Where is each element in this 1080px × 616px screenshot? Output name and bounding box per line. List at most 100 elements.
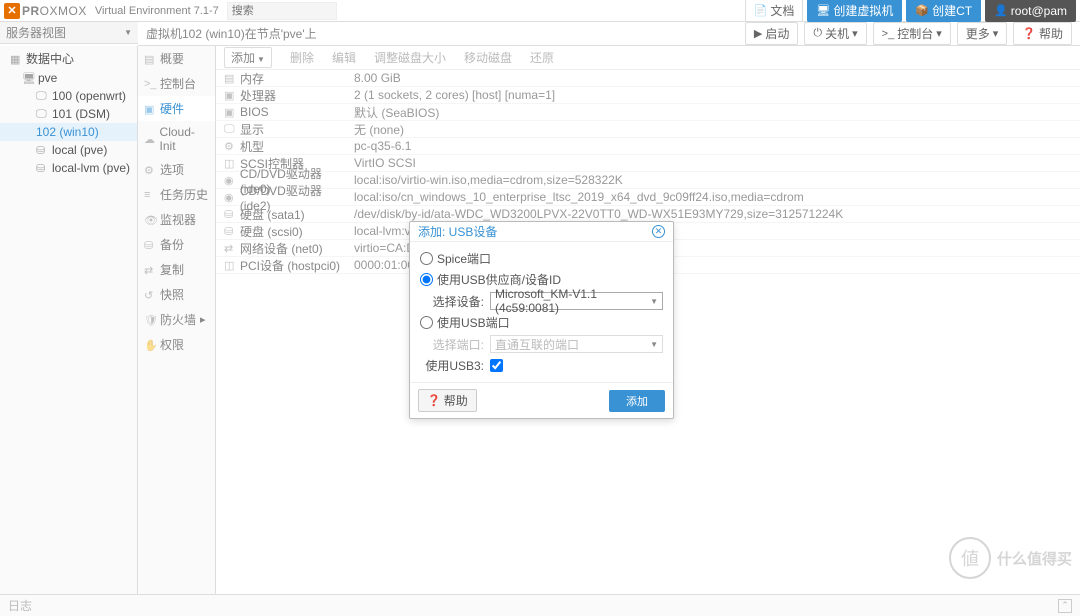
menu-summary[interactable]: ▤概要 (138, 46, 215, 71)
menu-replication[interactable]: ⇄复制 (138, 257, 215, 282)
hw-value: local:iso/virtio-win.iso,media=cdrom,siz… (354, 173, 623, 187)
help-button[interactable]: ❓ 帮助 (1013, 22, 1072, 45)
menu-hardware[interactable]: ▣硬件 (138, 96, 215, 121)
hw-value: 无 (none) (354, 121, 404, 138)
hw-revert-button[interactable]: 还原 (530, 49, 554, 66)
logo: ✕ PROXMOX Virtual Environment 7.1-7 (4, 3, 219, 19)
modal-help-button[interactable]: ❓ 帮助 (418, 389, 477, 412)
hw-value: 0000:01:00. (354, 258, 417, 272)
hw-icon: ⛁ (224, 208, 236, 220)
hw-value: 默认 (SeaBIOS) (354, 104, 439, 121)
device-select[interactable]: Microsoft_KM-V1.1 (4c59:0081)▼ (490, 292, 663, 310)
hw-row[interactable]: ▣ BIOS 默认 (SeaBIOS) (216, 104, 1080, 121)
breadcrumb: 虚拟机102 (win10)在节点'pve'上 (146, 25, 317, 42)
hw-label: 显示 (240, 121, 264, 138)
start-button[interactable]: ▶ 启动 (745, 22, 798, 45)
hw-label: 硬盘 (sata1) (240, 206, 305, 223)
tree-storage-local[interactable]: ⛁local (pve) (0, 141, 137, 159)
hw-move-button[interactable]: 移动磁盘 (464, 49, 512, 66)
hw-row[interactable]: ▣处理器2 (1 sockets, 2 cores) [host] [numa=… (216, 87, 1080, 104)
hw-remove-button[interactable]: 删除 (290, 49, 314, 66)
hw-value: local:iso/cn_windows_10_enterprise_ltsc_… (354, 190, 804, 204)
modal-add-button[interactable]: 添加 (609, 390, 665, 412)
radio-port[interactable] (420, 316, 433, 329)
hw-label: 网络设备 (net0) (240, 240, 323, 257)
modal-title: 添加: USB设备 (418, 223, 497, 240)
create-vm-button[interactable]: 🖥 创建虚拟机 (807, 0, 902, 22)
hw-value: /dev/disk/by-id/ata-WDC_WD3200LPVX-22V0T… (354, 207, 843, 221)
usb3-label: 使用USB3: (420, 357, 490, 374)
create-ct-button[interactable]: 📦 创建CT (906, 0, 981, 22)
watermark-icon: 値 (949, 537, 991, 579)
hw-label: PCI设备 (hostpci0) (240, 257, 340, 274)
port-select: 直通互联的端口▼ (490, 335, 663, 353)
shutdown-button[interactable]: ⏻ 关机 ▾ (804, 22, 866, 45)
menu-console[interactable]: >_控制台 (138, 71, 215, 96)
menu-backup[interactable]: ⛁备份 (138, 232, 215, 257)
doc-button[interactable]: 📄 文档 (745, 0, 804, 22)
hw-icon: ▤ (224, 72, 236, 84)
hw-add-button[interactable]: 添加▼ (224, 47, 272, 68)
logo-text: PROXMOX (22, 3, 87, 18)
watermark-text: 什么值得买 (997, 548, 1072, 569)
hw-icon: ⛁ (224, 225, 236, 237)
hw-row[interactable]: 🖵 显示 无 (none) (216, 121, 1080, 138)
logo-icon: ✕ (4, 3, 20, 19)
watermark: 値 什么值得买 (949, 537, 1072, 579)
hw-icon: ⇄ (224, 242, 236, 254)
resource-tree: ▦数据中心 🖥pve 🖵100 (openwrt) 🖵101 (DSM) 102… (0, 46, 138, 594)
radio-vendor[interactable] (420, 273, 433, 286)
add-usb-modal: 添加: USB设备 ✕ Spice端口 使用USB供应商/设备ID 选择设备: … (409, 221, 674, 419)
menu-cloudinit[interactable]: ☁Cloud-Init (138, 121, 215, 157)
server-view-title[interactable]: 服务器视图▼ (0, 22, 138, 44)
hw-row[interactable]: ⚙ 机型 pc-q35-6.1 (216, 138, 1080, 155)
menu-options[interactable]: ⚙选项 (138, 157, 215, 182)
menu-monitor[interactable]: 👁监视器 (138, 207, 215, 232)
modal-close-icon[interactable]: ✕ (652, 225, 665, 238)
hw-icon: ◉ (224, 191, 236, 203)
tree-node-pve[interactable]: 🖥pve (0, 69, 137, 87)
hw-label: BIOS (240, 105, 269, 119)
hw-row[interactable]: ▤ 内存 8.00 GiB (216, 70, 1080, 87)
hw-value: pc-q35-6.1 (354, 139, 411, 153)
hw-value: 8.00 GiB (354, 71, 401, 85)
hw-icon: ▣ (224, 89, 236, 101)
tree-vm-101[interactable]: 🖵101 (DSM) (0, 105, 137, 123)
usb3-checkbox[interactable] (490, 359, 503, 372)
version-label: Virtual Environment 7.1-7 (95, 5, 219, 17)
hw-resize-button[interactable]: 调整磁盘大小 (374, 49, 446, 66)
user-menu[interactable]: 👤 root@pam (985, 0, 1076, 22)
tree-vm-100[interactable]: 🖵100 (openwrt) (0, 87, 137, 105)
hw-icon: ◫ (224, 157, 236, 169)
radio-spice-label: Spice端口 (437, 250, 491, 267)
menu-firewall[interactable]: 🛡防火墙 ▸ (138, 307, 215, 332)
search-input[interactable] (227, 2, 337, 20)
hw-icon: ◉ (224, 174, 236, 186)
tree-storage-locallvm[interactable]: ⛁local-lvm (pve) (0, 159, 137, 177)
hw-icon: ⚙ (224, 140, 236, 152)
menu-snapshot[interactable]: ↺快照 (138, 282, 215, 307)
radio-vendor-label: 使用USB供应商/设备ID (437, 271, 561, 288)
more-button[interactable]: 更多 ▾ (957, 22, 1008, 45)
log-title: 日志 (8, 597, 32, 614)
hw-row[interactable]: ◉CD/DVD驱动器 (ide2)local:iso/cn_windows_10… (216, 189, 1080, 206)
tree-datacenter[interactable]: ▦数据中心 (0, 48, 137, 69)
hw-edit-button[interactable]: 编辑 (332, 49, 356, 66)
radio-spice[interactable] (420, 252, 433, 265)
hw-icon: 🖵 (224, 123, 236, 135)
tree-vm-102[interactable]: 102 (win10) (0, 123, 137, 141)
hw-label: 机型 (240, 138, 264, 155)
hw-label: 内存 (240, 70, 264, 87)
port-label: 选择端口: (420, 336, 490, 353)
hw-label: 硬盘 (scsi0) (240, 223, 303, 240)
vm-menu: ▤概要 >_控制台 ▣硬件 ☁Cloud-Init ⚙选项 ≡任务历史 👁监视器… (138, 46, 216, 594)
console-button[interactable]: >_ 控制台 ▾ (873, 22, 951, 45)
device-label: 选择设备: (420, 293, 490, 310)
hw-icon: ◫ (224, 259, 236, 271)
hw-icon: ▣ (224, 106, 236, 118)
menu-taskhistory[interactable]: ≡任务历史 (138, 182, 215, 207)
hw-value: 2 (1 sockets, 2 cores) [host] [numa=1] (354, 88, 555, 102)
radio-port-label: 使用USB端口 (437, 314, 510, 331)
menu-permission[interactable]: ✋权限 (138, 332, 215, 357)
hw-value: VirtIO SCSI (354, 156, 416, 170)
